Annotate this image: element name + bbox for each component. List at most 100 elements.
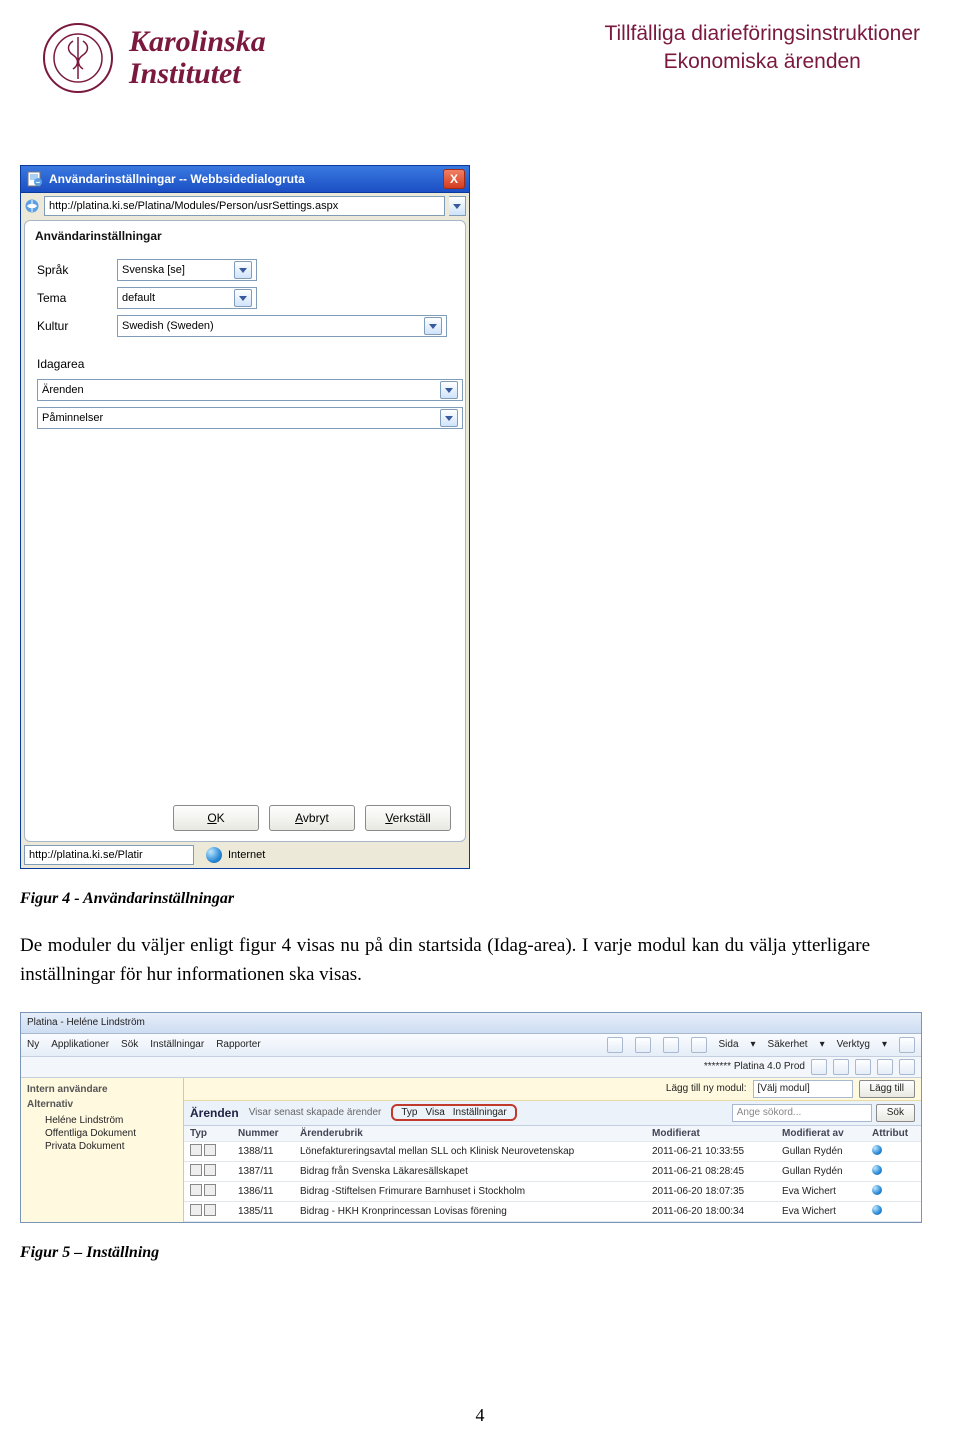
chevron-down-icon (453, 204, 461, 209)
chevron-down-icon (424, 317, 442, 335)
menu-item[interactable]: Applikationer (51, 1039, 109, 1050)
apply-button[interactable]: Verkställ (365, 805, 451, 831)
brand-line1: Karolinska (129, 26, 266, 58)
col-header[interactable]: Modifierat av (776, 1126, 866, 1142)
header-right-line2: Ekonomiska ärenden (604, 48, 920, 76)
app-title: Platina - Heléne Lindström (27, 1017, 145, 1028)
globe-icon (206, 847, 222, 863)
language-label: Språk (37, 263, 117, 277)
add-module-label: Lägg till ny modul: (666, 1083, 747, 1094)
chevron-down-icon (440, 381, 458, 399)
menu-item[interactable]: Inställningar (150, 1039, 204, 1050)
zone-label: Internet (228, 849, 265, 861)
idag-value-1: Ärenden (42, 384, 436, 396)
env-label: ******* Platina 4.0 Prod (704, 1061, 805, 1072)
tab[interactable]: Visa (426, 1107, 445, 1118)
culture-value: Swedish (Sweden) (122, 320, 420, 332)
dialog-title: Användarinställningar -- Webbsidedialogr… (49, 172, 305, 186)
right-menu[interactable]: Säkerhet (768, 1039, 808, 1050)
dialog-button-row: OK Avbryt Verkställ (25, 805, 465, 831)
header-right: Tillfälliga diarieföringsinstruktioner E… (604, 20, 920, 77)
table-row[interactable]: 1387/11Bidrag från Svenska Läkaresällska… (184, 1161, 921, 1181)
address-dropdown[interactable] (449, 196, 466, 216)
security-zone: Internet (198, 847, 466, 863)
ie-icon (24, 198, 40, 214)
module-heading: Ärenden (190, 1106, 239, 1120)
toolbar-icon[interactable] (855, 1059, 871, 1075)
search-button[interactable]: Sök (876, 1104, 915, 1122)
menu-item[interactable]: Sök (121, 1039, 138, 1050)
language-select[interactable]: Svenska [se] (117, 259, 257, 281)
chevron-down-icon (234, 261, 252, 279)
sidebar: Intern användare Alternativ Heléne Linds… (21, 1078, 184, 1222)
feed-icon[interactable] (635, 1037, 651, 1053)
theme-label: Tema (37, 291, 117, 305)
env-row: ******* Platina 4.0 Prod (21, 1057, 921, 1078)
idagarea-label: Idagarea (25, 347, 465, 373)
sidebar-section: Intern användare (27, 1084, 177, 1095)
tree-item[interactable]: Privata Dokument (27, 1140, 177, 1153)
chevron-down-icon (234, 289, 252, 307)
culture-select[interactable]: Swedish (Sweden) (117, 315, 447, 337)
tree-item[interactable]: Heléne Lindström (27, 1114, 177, 1127)
table-row[interactable]: 1385/11Bidrag - HKH Kronprincessan Lovis… (184, 1201, 921, 1221)
home-icon[interactable] (607, 1037, 623, 1053)
culture-label: Kultur (37, 319, 117, 333)
col-header[interactable]: Ärenderubrik (294, 1126, 646, 1142)
col-header[interactable]: Modifierat (646, 1126, 776, 1142)
theme-select[interactable]: default (117, 287, 257, 309)
add-module-select[interactable]: [Välj modul] (753, 1080, 853, 1098)
theme-value: default (122, 292, 230, 304)
figure4-caption: Figur 4 - Användarinställningar (20, 887, 870, 912)
toolbar-icon[interactable] (833, 1059, 849, 1075)
idag-select-1[interactable]: Ärenden (37, 379, 463, 401)
mail-icon[interactable] (663, 1037, 679, 1053)
ok-button[interactable]: OK (173, 805, 259, 831)
col-header[interactable]: Nummer (232, 1126, 294, 1142)
language-value: Svenska [se] (122, 264, 230, 276)
close-icon: X (450, 172, 458, 186)
tab[interactable]: Typ (401, 1107, 417, 1118)
seal-icon (40, 20, 115, 95)
status-bar: Internet (24, 845, 466, 865)
print-icon[interactable] (691, 1037, 707, 1053)
header-right-line1: Tillfälliga diarieföringsinstruktioner (604, 20, 920, 48)
body-paragraph: De moduler du väljer enligt figur 4 visa… (20, 931, 870, 990)
page-header: Karolinska Institutet Tillfälliga diarie… (0, 0, 960, 105)
cancel-button[interactable]: Avbryt (269, 805, 355, 831)
address-input[interactable] (44, 196, 445, 216)
help-icon[interactable] (899, 1037, 915, 1053)
page-number: 4 (0, 1405, 960, 1426)
settings-dialog: Användarinställningar -- Webbsidedialogr… (20, 165, 470, 869)
table-row[interactable]: 1386/11Bidrag -Stiftelsen Frimurare Barn… (184, 1181, 921, 1201)
tree-item[interactable]: Offentliga Dokument (27, 1127, 177, 1140)
figure5-caption: Figur 5 – Inställning (20, 1241, 870, 1266)
tab[interactable]: Inställningar (453, 1107, 507, 1118)
ie-page-icon (27, 171, 43, 187)
close-button[interactable]: X (443, 169, 465, 189)
figure5-screenshot: Platina - Heléne Lindström Ny Applikatio… (20, 1012, 922, 1223)
col-header[interactable]: Attribut (866, 1126, 921, 1142)
idag-select-2[interactable]: Påminnelser (37, 407, 463, 429)
module-subheading: Visar senast skapade ärender (249, 1107, 382, 1118)
address-bar (24, 196, 466, 216)
menu-item[interactable]: Ny (27, 1039, 39, 1050)
toolbar-icon[interactable] (811, 1059, 827, 1075)
results-table: Typ Nummer Ärenderubrik Modifierat Modif… (184, 1126, 921, 1222)
status-url (24, 845, 194, 865)
toolbar-icon[interactable] (899, 1059, 915, 1075)
app-menubar: Ny Applikationer Sök Inställningar Rappo… (21, 1034, 921, 1057)
col-header[interactable]: Typ (184, 1126, 232, 1142)
app-titlebar: Platina - Heléne Lindström (21, 1013, 921, 1034)
add-module-button[interactable]: Lägg till (859, 1080, 915, 1098)
settings-panel: Användarinställningar Språk Svenska [se]… (24, 220, 466, 842)
search-input[interactable]: Ange sökord... (732, 1104, 872, 1122)
dialog-titlebar[interactable]: Användarinställningar -- Webbsidedialogr… (20, 165, 470, 192)
right-menu[interactable]: Verktyg (837, 1039, 870, 1050)
right-menu[interactable]: Sida (719, 1039, 739, 1050)
brand-line2: Institutet (129, 58, 266, 90)
table-row[interactable]: 1388/11Lönefaktureringsavtal mellan SLL … (184, 1141, 921, 1161)
toolbar-icon[interactable] (877, 1059, 893, 1075)
brand-logo: Karolinska Institutet (40, 20, 266, 95)
menu-item[interactable]: Rapporter (216, 1039, 260, 1050)
